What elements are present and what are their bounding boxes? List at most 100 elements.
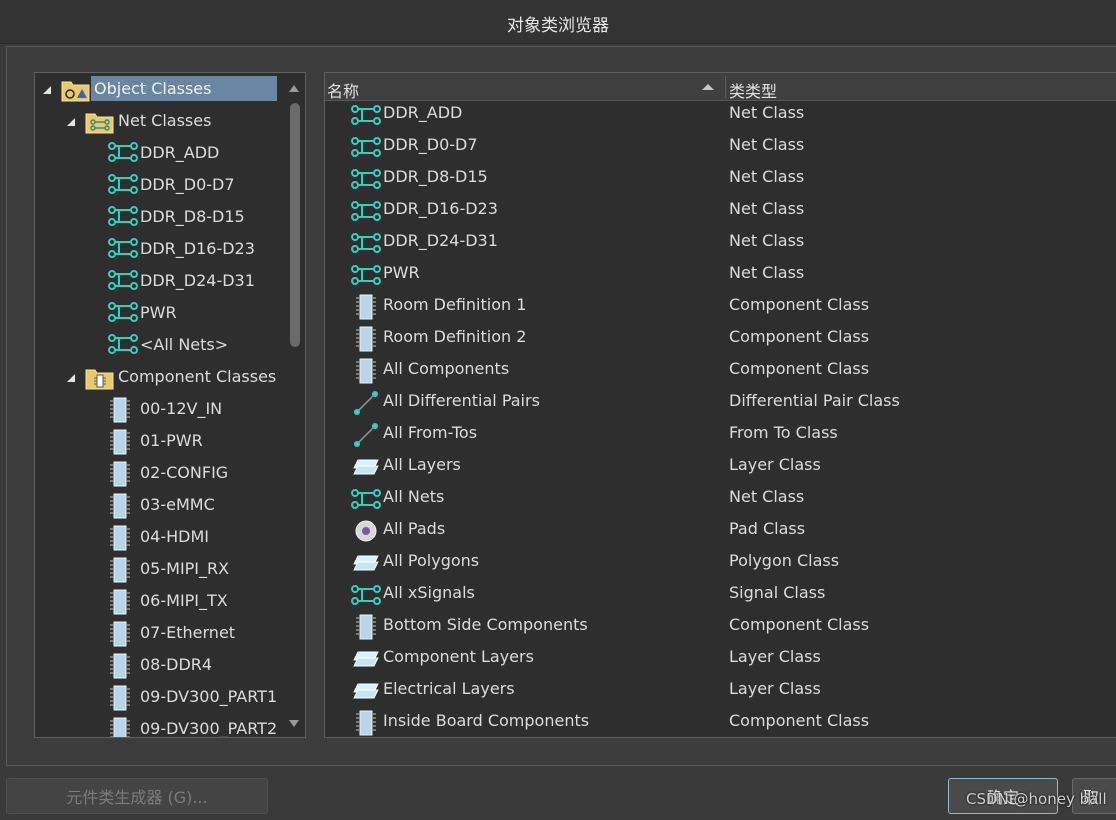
list-row[interactable]: All Polygons Polygon Class	[325, 547, 1116, 579]
tree-group-component-classes[interactable]: Component Classes	[35, 363, 285, 393]
component-class-icon	[349, 326, 383, 352]
class-type-cell: Layer Class	[729, 455, 821, 474]
tree-item[interactable]: 03-eMMC	[35, 491, 285, 521]
tree-root-object-classes[interactable]: Object Classes	[35, 75, 285, 105]
class-name-cell: DDR_D24-D31	[383, 231, 498, 250]
tree-item[interactable]: 00-12V_IN	[35, 395, 285, 425]
list-row[interactable]: All Components Component Class	[325, 355, 1116, 387]
class-name-cell: DDR_ADD	[383, 103, 463, 122]
tree-item[interactable]: DDR_D0-D7	[35, 171, 285, 201]
list-row[interactable]: Electrical Layers Layer Class	[325, 675, 1116, 707]
tree-item[interactable]: 07-Ethernet	[35, 619, 285, 649]
tree-item[interactable]: 08-DDR4	[35, 651, 285, 681]
from-to-icon	[349, 423, 383, 447]
component-class-icon	[107, 525, 133, 555]
tree-item-label: PWR	[140, 303, 177, 322]
tree-item-label: Object Classes	[91, 76, 277, 101]
tree-item[interactable]: 04-HDMI	[35, 523, 285, 553]
tree-item-label: DDR_D8-D15	[140, 207, 245, 226]
expand-toggle-icon[interactable]	[65, 372, 77, 384]
component-class-icon	[107, 493, 133, 523]
list-row[interactable]: All Pads Pad Class	[325, 515, 1116, 547]
tree-item[interactable]: 05-MIPI_RX	[35, 555, 285, 585]
list-row[interactable]: DDR_D16-D23 Net Class	[325, 195, 1116, 227]
list-row[interactable]: DDR_ADD Net Class	[325, 99, 1116, 131]
list-row[interactable]: PWR Net Class	[325, 259, 1116, 291]
tree-item-label: <All Nets>	[140, 335, 229, 354]
class-type-cell: Net Class	[729, 135, 805, 154]
class-name-cell: All Components	[383, 359, 510, 378]
class-list-view[interactable]: 名称 类类型 DDR_ADD Net Class DDR_D0-D7 Net Clas…	[324, 72, 1116, 738]
list-row[interactable]: DDR_D0-D7 Net Class	[325, 131, 1116, 163]
list-row[interactable]: Room Definition 2 Component Class	[325, 323, 1116, 355]
pad-class-icon	[349, 519, 383, 543]
list-row[interactable]: All Differential Pairs Differential Pair …	[325, 387, 1116, 419]
tree-item[interactable]: DDR_ADD	[35, 139, 285, 169]
tree-group-net-classes[interactable]: Net Classes	[35, 107, 285, 137]
tree-item-label: 02-CONFIG	[140, 463, 229, 482]
component-class-icon	[107, 685, 133, 715]
layer-class-icon	[349, 679, 383, 703]
class-type-cell: Component Class	[729, 615, 870, 634]
class-type-cell: From To Class	[729, 423, 838, 442]
tree-item-label: 09-DV300_PART1	[140, 687, 278, 706]
list-row[interactable]: DDR_D8-D15 Net Class	[325, 163, 1116, 195]
tree-item[interactable]: 02-CONFIG	[35, 459, 285, 489]
sort-ascending-arrow-icon[interactable]	[701, 83, 715, 91]
list-row[interactable]: Component Layers Layer Class	[325, 643, 1116, 675]
object-classes-folder-icon	[61, 77, 91, 107]
list-row[interactable]: DDR_D24-D31 Net Class	[325, 227, 1116, 259]
layer-class-icon	[349, 647, 383, 671]
class-name-cell: All xSignals	[383, 583, 475, 602]
tree-item[interactable]: DDR_D8-D15	[35, 203, 285, 233]
class-name-cell: All From-Tos	[383, 423, 478, 442]
tree-item[interactable]: 01-PWR	[35, 427, 285, 457]
object-class-tree[interactable]: 09-DV300_PART2 09-DV300_PART1 08-DDR4 07-Et…	[34, 72, 306, 738]
tree-item[interactable]: 09-DV300_PART2	[35, 715, 285, 737]
class-type-cell: Differential Pair Class	[729, 391, 900, 410]
net-class-icon	[349, 263, 383, 287]
class-type-cell: Polygon Class	[729, 551, 840, 570]
component-class-icon	[349, 294, 383, 320]
class-type-cell: Net Class	[729, 263, 805, 282]
tree-item[interactable]: DDR_D24-D31	[35, 267, 285, 297]
class-name-cell: Component Layers	[383, 647, 534, 666]
class-type-cell: Pad Class	[729, 519, 806, 538]
class-type-cell: Layer Class	[729, 647, 821, 666]
component-class-icon	[107, 621, 133, 651]
class-name-cell: Inside Board Components	[383, 711, 590, 730]
component-class-icon	[107, 653, 133, 683]
class-name-cell: All Layers	[383, 455, 461, 474]
tree-item[interactable]: 09-DV300_PART1	[35, 683, 285, 713]
tree-vertical-scrollbar[interactable]	[285, 75, 303, 735]
differential-pair-icon	[349, 391, 383, 415]
list-row[interactable]: All Nets Net Class	[325, 483, 1116, 515]
tree-item-label: Net Classes	[118, 111, 212, 130]
class-type-cell: Net Class	[729, 487, 805, 506]
scroll-down-arrow-icon[interactable]	[288, 719, 300, 729]
component-class-icon	[349, 358, 383, 384]
tree-item[interactable]: 06-MIPI_TX	[35, 587, 285, 617]
tree-item-label: DDR_D0-D7	[140, 175, 235, 194]
list-row[interactable]: All From-Tos From To Class	[325, 419, 1116, 451]
list-row[interactable]: Room Definition 1 Component Class	[325, 291, 1116, 323]
component-class-icon	[107, 429, 133, 459]
tree-item[interactable]: <All Nets>	[35, 331, 285, 361]
list-row[interactable]: Inside Board Components Component Class	[325, 707, 1116, 737]
window-title: 对象类浏览器	[507, 16, 609, 36]
scroll-up-arrow-icon[interactable]	[288, 83, 300, 93]
class-name-cell: DDR_D8-D15	[383, 167, 488, 186]
expand-toggle-icon[interactable]	[41, 84, 53, 96]
component-class-icon	[107, 397, 133, 427]
scroll-thumb[interactable]	[290, 103, 300, 347]
list-row[interactable]: Bottom Side Components Component Class	[325, 611, 1116, 643]
list-row[interactable]: All Layers Layer Class	[325, 451, 1116, 483]
class-name-cell: Electrical Layers	[383, 679, 515, 698]
tree-item[interactable]: PWR	[35, 299, 285, 329]
tree-item-label: Component Classes	[118, 367, 277, 386]
column-divider[interactable]	[725, 76, 726, 98]
list-row[interactable]: All xSignals Signal Class	[325, 579, 1116, 611]
expand-toggle-icon[interactable]	[65, 116, 77, 128]
tree-item[interactable]: DDR_D16-D23	[35, 235, 285, 265]
component-class-generator-button[interactable]: 元件类生成器 (G)...	[6, 778, 268, 814]
